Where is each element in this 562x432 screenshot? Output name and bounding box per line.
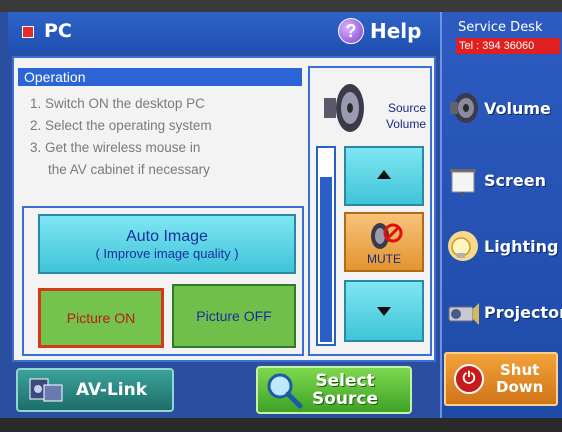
mute-label: MUTE (367, 252, 401, 266)
arrow-up-icon (377, 170, 391, 179)
touch-panel-screen: PC ? Help Service Desk Tel : 394 36060 V… (0, 0, 562, 432)
operation-step: 1. Switch ON the desktop PC (30, 96, 205, 111)
magnifier-icon (267, 373, 303, 409)
question-icon: ? (338, 18, 364, 44)
operation-title: Operation (18, 68, 302, 86)
side-menu-screen[interactable]: Screen (446, 154, 562, 206)
pc-indicator-icon (22, 26, 34, 38)
page-title: PC (44, 20, 72, 42)
shut-down-button[interactable]: ⏻ Shut Down (444, 352, 558, 406)
operation-step: 3. Get the wireless mouse in (30, 140, 201, 155)
lightbulb-icon (448, 231, 478, 261)
picture-on-button[interactable]: Picture ON (38, 288, 164, 348)
mute-speaker-icon (371, 223, 403, 249)
side-menu-label: Screen (484, 170, 546, 190)
source-volume-line2: Volume (385, 117, 426, 131)
volume-down-button[interactable] (344, 280, 424, 342)
picture-off-button[interactable]: Picture OFF (172, 284, 296, 348)
side-menu-projector[interactable]: Projector (446, 286, 562, 338)
av-link-button[interactable]: AV-Link (16, 368, 174, 412)
select-source-line2: Source (312, 389, 379, 409)
volume-level-fill (320, 177, 332, 342)
service-desk-title: Service Desk (458, 20, 543, 35)
side-menu-label: Lighting (484, 236, 559, 256)
auto-image-label: Auto Image (126, 227, 208, 245)
volume-level-bar (316, 146, 336, 346)
speaker-icon (324, 84, 364, 132)
side-menu-label: Projector (484, 302, 562, 322)
select-source-line1: Select (315, 371, 375, 391)
help-label: Help (370, 19, 422, 43)
select-source-button[interactable]: Select Source (256, 366, 412, 414)
bezel-bottom (0, 418, 562, 432)
projection-screen-icon (450, 169, 476, 196)
operation-step: 2. Select the operating system (30, 118, 212, 133)
bezel-top (0, 0, 562, 12)
power-icon: ⏻ (454, 364, 484, 394)
arrow-down-icon (377, 307, 391, 316)
operation-step: the AV cabinet if necessary (48, 162, 210, 177)
source-volume-line1: Source (387, 101, 426, 115)
shut-down-line1: Shut (499, 361, 540, 379)
side-menu-lighting[interactable]: Lighting (446, 220, 562, 272)
auto-image-button[interactable]: Auto Image ( Improve image quality ) (38, 214, 296, 274)
source-volume-label: Source Volume (368, 100, 426, 132)
av-link-label: AV-Link (76, 380, 148, 400)
side-menu-label: Volume (484, 98, 551, 118)
volume-up-button[interactable] (344, 146, 424, 206)
help-button[interactable]: ? Help (338, 18, 421, 44)
shut-down-label: Shut Down (496, 362, 543, 396)
av-equipment-icon (29, 378, 63, 402)
speaker-icon (450, 93, 478, 123)
auto-image-sublabel: ( Improve image quality ) (95, 245, 239, 261)
side-menu-volume[interactable]: Volume (446, 82, 562, 134)
projector-icon (448, 303, 479, 325)
mute-button[interactable]: MUTE (344, 212, 424, 272)
shut-down-line2: Down (496, 378, 544, 396)
select-source-label: Select Source (312, 372, 378, 408)
service-desk-tel: Tel : 394 36060 (456, 38, 560, 54)
